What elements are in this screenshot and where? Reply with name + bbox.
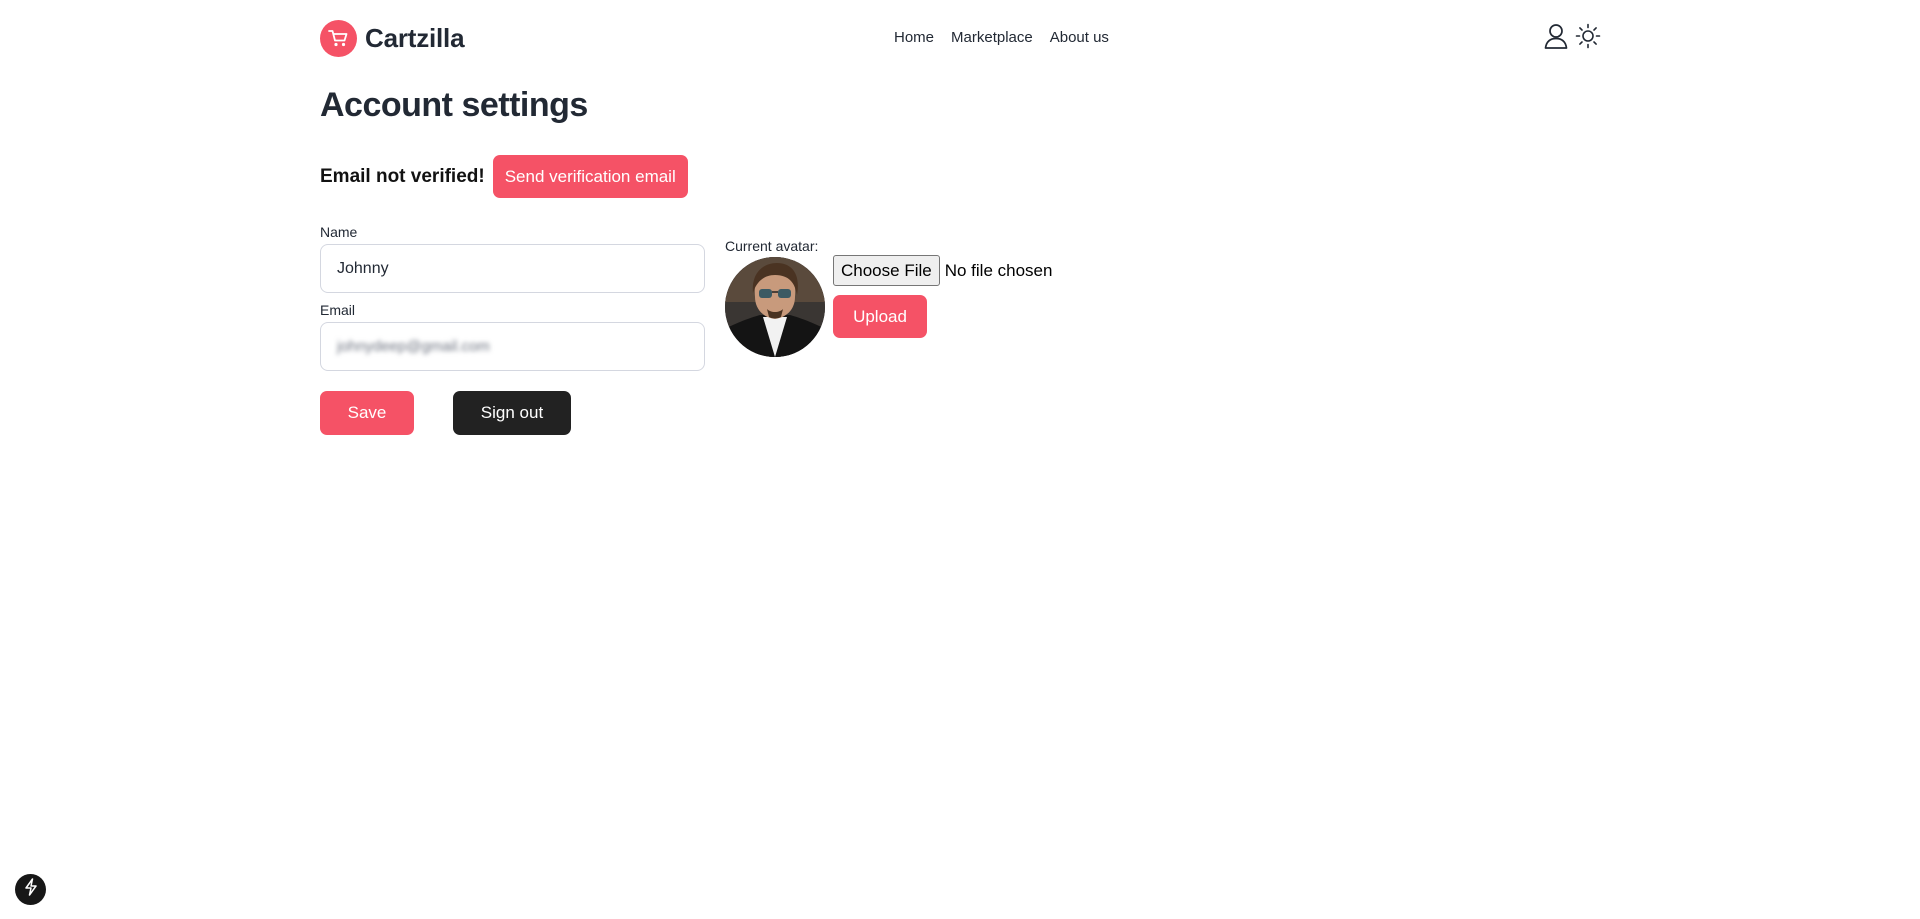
current-avatar-label: Current avatar: [725, 238, 819, 254]
nav-item-home[interactable]: Home [894, 28, 934, 48]
email-value: johnydeep@gmail.com [337, 338, 490, 355]
brand-name: Cartzilla [365, 22, 465, 53]
verification-banner: Email not verified! Send verification em… [320, 155, 688, 198]
choose-file-button[interactable]: Choose File [833, 255, 940, 286]
nav-item-about-us[interactable]: About us [1050, 28, 1109, 48]
brand-logo[interactable]: Cartzilla [320, 19, 465, 57]
user-icon [1544, 23, 1568, 54]
cart-icon [320, 19, 357, 57]
sun-icon [1575, 23, 1601, 54]
avatar-file-picker: Choose File No file chosen [833, 255, 1052, 286]
account-button[interactable] [1542, 23, 1570, 54]
send-verification-email-button[interactable]: Send verification email [492, 155, 688, 198]
site-header: Cartzilla Home Marketplace About us [0, 0, 1920, 76]
name-value: Johnny [337, 259, 389, 277]
name-field[interactable]: Johnny [320, 244, 705, 293]
main-nav: Home Marketplace About us [894, 28, 1109, 48]
theme-toggle-button[interactable] [1574, 23, 1602, 54]
page-title: Account settings [320, 86, 588, 124]
nav-item-marketplace[interactable]: Marketplace [951, 28, 1033, 48]
email-label: Email [320, 302, 356, 318]
upload-button[interactable]: Upload [833, 295, 927, 338]
sign-out-button[interactable]: Sign out [453, 391, 571, 435]
email-field[interactable]: johnydeep@gmail.com [320, 322, 705, 371]
name-label: Name [320, 224, 358, 240]
lightning-icon [23, 878, 39, 901]
verification-status-text: Email not verified! [320, 165, 485, 187]
dev-tools-button[interactable] [15, 874, 46, 905]
file-status-text: No file chosen [944, 260, 1053, 280]
save-button[interactable]: Save [320, 391, 414, 435]
avatar [725, 257, 825, 357]
